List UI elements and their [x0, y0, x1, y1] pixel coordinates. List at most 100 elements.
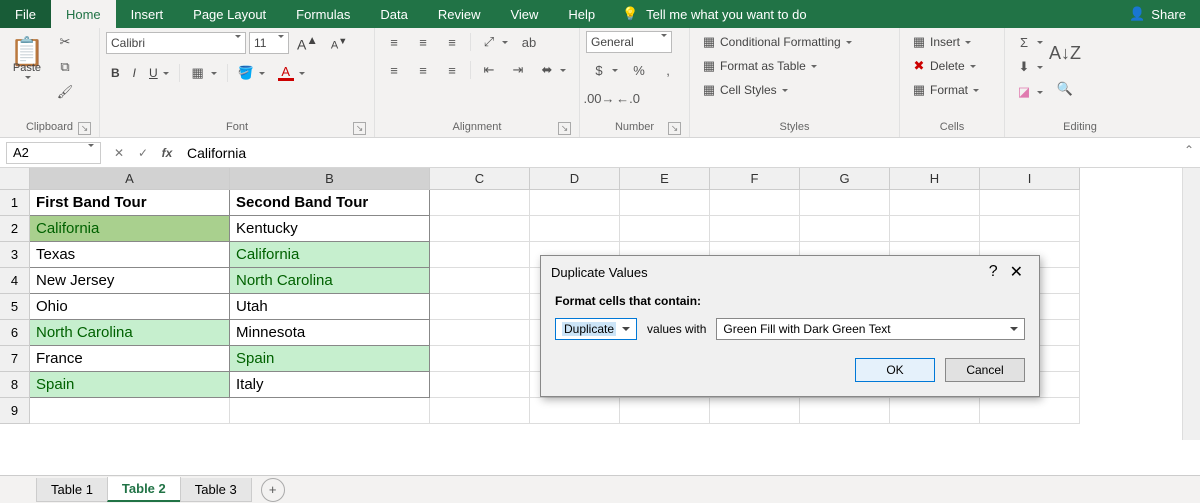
- cell-A1[interactable]: First Band Tour: [30, 190, 230, 216]
- cell-G9[interactable]: [800, 398, 890, 424]
- cell-H2[interactable]: [890, 216, 980, 242]
- font-size-select[interactable]: 11: [249, 32, 289, 54]
- align-right-button[interactable]: ≡: [439, 59, 465, 81]
- row-header-3[interactable]: 3: [0, 242, 30, 268]
- cell-C3[interactable]: [430, 242, 530, 268]
- alignment-dialog-launcher[interactable]: ↘: [558, 122, 571, 135]
- cell-G1[interactable]: [800, 190, 890, 216]
- collapse-ribbon-button[interactable]: ⌃: [1184, 143, 1194, 157]
- tab-insert[interactable]: Insert: [116, 0, 179, 28]
- cell-B3[interactable]: California: [230, 242, 430, 268]
- cell-C9[interactable]: [430, 398, 530, 424]
- italic-button[interactable]: I: [128, 62, 141, 84]
- cell-A2[interactable]: California: [30, 216, 230, 242]
- row-header-8[interactable]: 8: [0, 372, 30, 398]
- cell-F2[interactable]: [710, 216, 800, 242]
- column-header-B[interactable]: B: [230, 168, 430, 190]
- font-color-button[interactable]: A: [273, 62, 310, 84]
- format-as-table-button[interactable]: ▦Format as Table: [696, 55, 886, 77]
- decrease-decimal-button[interactable]: ←.0: [615, 87, 641, 109]
- percent-button[interactable]: %: [626, 59, 652, 81]
- cut-button[interactable]: ✂: [52, 31, 78, 53]
- vertical-scrollbar[interactable]: [1182, 168, 1200, 440]
- cell-C4[interactable]: [430, 268, 530, 294]
- cell-B4[interactable]: North Carolina: [230, 268, 430, 294]
- bold-button[interactable]: B: [106, 62, 125, 84]
- cell-B5[interactable]: Utah: [230, 294, 430, 320]
- cell-D9[interactable]: [530, 398, 620, 424]
- cell-F1[interactable]: [710, 190, 800, 216]
- row-header-7[interactable]: 7: [0, 346, 30, 372]
- tab-page-layout[interactable]: Page Layout: [178, 0, 281, 28]
- increase-indent-button[interactable]: ⇥: [505, 59, 531, 81]
- row-header-9[interactable]: 9: [0, 398, 30, 424]
- cancel-button[interactable]: Cancel: [945, 358, 1025, 382]
- font-name-select[interactable]: Calibri: [106, 32, 246, 54]
- comma-button[interactable]: ,: [655, 59, 681, 81]
- row-header-5[interactable]: 5: [0, 294, 30, 320]
- cell-A4[interactable]: New Jersey: [30, 268, 230, 294]
- number-format-select[interactable]: General: [586, 31, 672, 53]
- borders-button[interactable]: ▦: [185, 62, 222, 84]
- decrease-indent-button[interactable]: ⇤: [476, 59, 502, 81]
- currency-button[interactable]: $: [586, 59, 623, 81]
- name-box[interactable]: A2: [6, 142, 101, 164]
- column-header-C[interactable]: C: [430, 168, 530, 190]
- fill-color-button[interactable]: 🪣: [233, 62, 270, 84]
- ok-button[interactable]: OK: [855, 358, 935, 382]
- cell-H1[interactable]: [890, 190, 980, 216]
- cell-C2[interactable]: [430, 216, 530, 242]
- fill-button[interactable]: ⬇: [1011, 56, 1048, 78]
- cell-B1[interactable]: Second Band Tour: [230, 190, 430, 216]
- cell-styles-button[interactable]: ▦Cell Styles: [696, 79, 886, 101]
- cell-E9[interactable]: [620, 398, 710, 424]
- select-all-corner[interactable]: [0, 168, 30, 190]
- cell-H9[interactable]: [890, 398, 980, 424]
- cancel-entry-button[interactable]: ✕: [107, 142, 131, 164]
- sort-filter-button[interactable]: A↓Z: [1052, 31, 1078, 75]
- cell-I9[interactable]: [980, 398, 1080, 424]
- sheet-tab-3[interactable]: Table 3: [180, 478, 252, 502]
- align-bottom-button[interactable]: ≡: [439, 31, 465, 53]
- cell-A3[interactable]: Texas: [30, 242, 230, 268]
- wrap-text-button[interactable]: ab: [516, 31, 542, 53]
- font-dialog-launcher[interactable]: ↘: [353, 122, 366, 135]
- cell-I1[interactable]: [980, 190, 1080, 216]
- cell-I2[interactable]: [980, 216, 1080, 242]
- column-header-D[interactable]: D: [530, 168, 620, 190]
- cell-D2[interactable]: [530, 216, 620, 242]
- cell-B6[interactable]: Minnesota: [230, 320, 430, 346]
- dialog-help-button[interactable]: ?: [983, 263, 1004, 281]
- tell-me-search[interactable]: 💡 Tell me what you want to do: [610, 0, 818, 28]
- cell-C5[interactable]: [430, 294, 530, 320]
- tab-help[interactable]: Help: [553, 0, 610, 28]
- sheet-tab-2[interactable]: Table 2: [107, 477, 181, 502]
- copy-button[interactable]: ⧉: [52, 56, 78, 78]
- tab-view[interactable]: View: [495, 0, 553, 28]
- conditional-formatting-button[interactable]: ▦Conditional Formatting: [696, 31, 886, 53]
- cell-B2[interactable]: Kentucky: [230, 216, 430, 242]
- column-header-I[interactable]: I: [980, 168, 1080, 190]
- clear-button[interactable]: ◪: [1011, 81, 1048, 103]
- column-header-E[interactable]: E: [620, 168, 710, 190]
- underline-button[interactable]: U: [144, 62, 174, 84]
- confirm-entry-button[interactable]: ✓: [131, 142, 155, 164]
- cell-E1[interactable]: [620, 190, 710, 216]
- tab-file[interactable]: File: [0, 0, 51, 28]
- insert-function-button[interactable]: fx: [155, 142, 179, 164]
- cell-C1[interactable]: [430, 190, 530, 216]
- align-top-button[interactable]: ≡: [381, 31, 407, 53]
- align-center-button[interactable]: ≡: [410, 59, 436, 81]
- cell-A8[interactable]: Spain: [30, 372, 230, 398]
- cell-B7[interactable]: Spain: [230, 346, 430, 372]
- align-left-button[interactable]: ≡: [381, 59, 407, 81]
- cell-B9[interactable]: [230, 398, 430, 424]
- row-header-6[interactable]: 6: [0, 320, 30, 346]
- insert-cells-button[interactable]: ▦Insert: [906, 31, 996, 53]
- cell-A5[interactable]: Ohio: [30, 294, 230, 320]
- autosum-button[interactable]: Σ: [1011, 31, 1048, 53]
- tab-review[interactable]: Review: [423, 0, 496, 28]
- column-header-G[interactable]: G: [800, 168, 890, 190]
- delete-cells-button[interactable]: ✖Delete: [906, 55, 996, 77]
- row-header-1[interactable]: 1: [0, 190, 30, 216]
